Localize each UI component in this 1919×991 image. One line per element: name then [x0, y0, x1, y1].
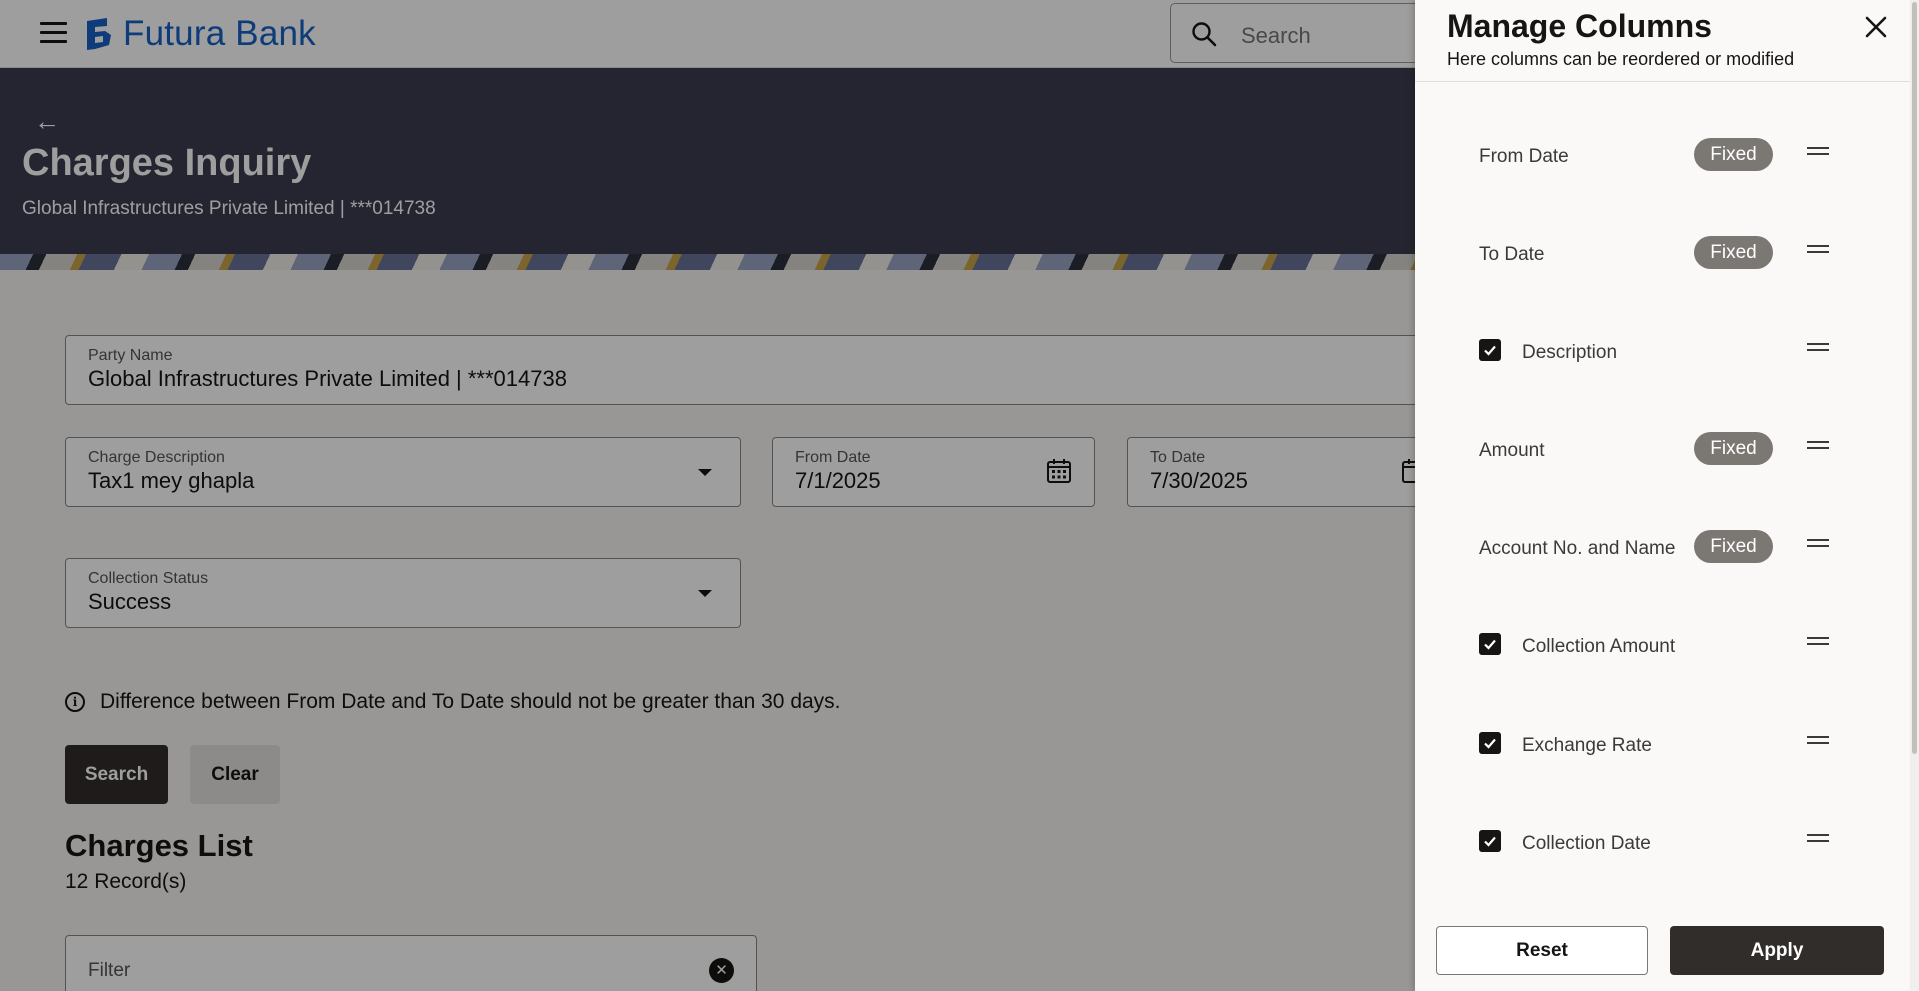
column-checkbox[interactable]: [1479, 339, 1501, 361]
column-checkbox[interactable]: [1479, 633, 1501, 655]
column-row-amount[interactable]: Amount Fixed: [1415, 422, 1905, 482]
column-label: To Date: [1479, 244, 1545, 265]
drawer-scrollbar-thumb[interactable]: [1912, 2, 1917, 754]
close-icon[interactable]: [1861, 12, 1891, 42]
checkmark-icon: [1484, 345, 1496, 356]
drawer-header: Manage Columns Here columns can be reord…: [1415, 0, 1919, 82]
column-row-from-date[interactable]: From Date Fixed: [1415, 128, 1905, 188]
reset-button[interactable]: Reset: [1436, 926, 1648, 975]
drag-handle-icon[interactable]: [1807, 343, 1829, 353]
column-row-description[interactable]: Description: [1415, 324, 1905, 384]
column-checkbox[interactable]: [1479, 830, 1501, 852]
manage-columns-drawer: Manage Columns Here columns can be reord…: [1415, 0, 1919, 991]
apply-button[interactable]: Apply: [1670, 926, 1884, 975]
column-label: From Date: [1479, 146, 1569, 167]
column-label: Exchange Rate: [1522, 735, 1652, 756]
checkmark-icon: [1484, 738, 1496, 749]
column-label: Collection Date: [1522, 833, 1651, 854]
column-label: Amount: [1479, 440, 1545, 461]
checkmark-icon: [1484, 836, 1496, 847]
checkmark-icon: [1484, 639, 1496, 650]
column-label: Collection Amount: [1522, 636, 1676, 657]
fixed-badge: Fixed: [1694, 236, 1773, 269]
drag-handle-icon[interactable]: [1807, 736, 1829, 746]
column-row-account-no-and-name[interactable]: Account No. and Name Fixed: [1415, 520, 1905, 580]
fixed-badge: Fixed: [1694, 530, 1773, 563]
drag-handle-icon[interactable]: [1807, 834, 1829, 844]
drag-handle-icon[interactable]: [1807, 147, 1829, 157]
fixed-badge: Fixed: [1694, 432, 1773, 465]
drag-handle-icon[interactable]: [1807, 441, 1829, 451]
drawer-subtitle: Here columns can be reordered or modifie…: [1447, 49, 1795, 69]
column-label: Description: [1522, 342, 1618, 363]
column-row-collection-amount[interactable]: Collection Amount: [1415, 618, 1905, 678]
modal-backdrop[interactable]: [0, 0, 1415, 991]
column-checkbox[interactable]: [1479, 732, 1501, 754]
column-row-collection-date[interactable]: Collection Date: [1415, 815, 1905, 875]
drawer-title: Manage Columns: [1447, 8, 1712, 44]
drag-handle-icon[interactable]: [1807, 245, 1829, 255]
drag-handle-icon[interactable]: [1807, 637, 1829, 647]
column-label: Account No. and Name: [1479, 538, 1676, 559]
fixed-badge: Fixed: [1694, 138, 1773, 171]
column-row-exchange-rate[interactable]: Exchange Rate: [1415, 717, 1905, 777]
column-row-to-date[interactable]: To Date Fixed: [1415, 226, 1905, 286]
drag-handle-icon[interactable]: [1807, 539, 1829, 549]
